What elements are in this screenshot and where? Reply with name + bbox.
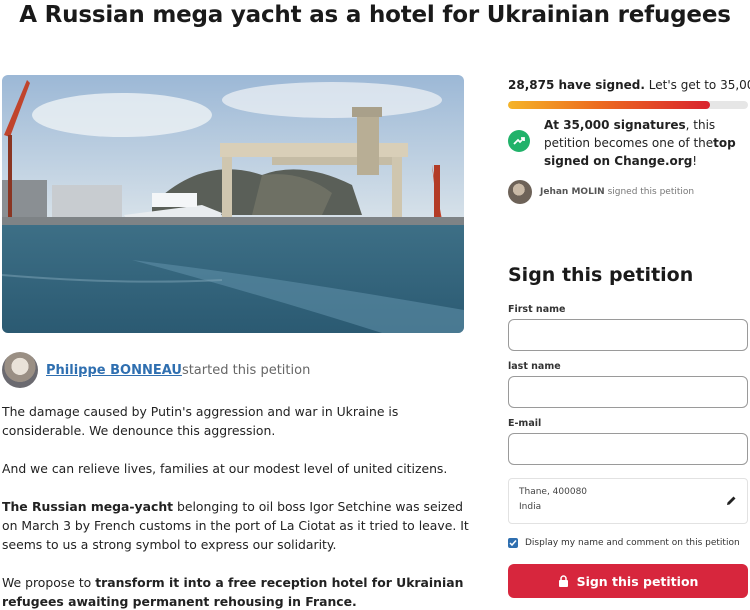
display-name-checkbox-label: Display my name and comment on this peti… bbox=[525, 538, 740, 548]
recent-signer-avatar bbox=[508, 180, 532, 204]
recent-signer-text: Jehan MOLIN signed this petition bbox=[540, 187, 694, 197]
milestone-callout: At 35,000 signatures, this petition beco… bbox=[508, 116, 748, 170]
starter-name-link[interactable]: Philippe BONNEAU bbox=[46, 363, 182, 378]
email-field[interactable] bbox=[508, 433, 748, 465]
milestone-plain: ! bbox=[692, 154, 698, 168]
first-name-label: First name bbox=[508, 304, 566, 315]
first-name-field[interactable] bbox=[508, 319, 748, 351]
display-name-option[interactable]: Display my name and comment on this peti… bbox=[508, 538, 740, 548]
sign-petition-button[interactable]: Sign this petition bbox=[508, 564, 748, 598]
page-title: A Russian mega yacht as a hotel for Ukra… bbox=[19, 2, 731, 28]
petition-description: The damage caused by Putin's aggression … bbox=[2, 402, 472, 610]
description-bold-text: The Russian mega-yacht bbox=[2, 499, 174, 514]
signature-progress-bar bbox=[508, 101, 748, 109]
milestone-bold: At 35,000 signatures bbox=[544, 118, 686, 132]
location-country: India bbox=[519, 502, 542, 512]
recent-signer: Jehan MOLIN signed this petition bbox=[508, 180, 694, 204]
last-name-field[interactable] bbox=[508, 376, 748, 408]
starter-avatar bbox=[2, 352, 38, 388]
lock-icon bbox=[558, 575, 569, 587]
description-paragraph: The damage caused by Putin's aggression … bbox=[2, 404, 399, 438]
last-name-label: last name bbox=[508, 361, 561, 372]
petition-photo bbox=[2, 75, 464, 333]
pencil-edit-icon[interactable] bbox=[726, 495, 737, 512]
sign-petition-button-label: Sign this petition bbox=[576, 573, 699, 589]
milestone-text: At 35,000 signatures, this petition beco… bbox=[544, 116, 748, 170]
description-paragraph: The Russian mega-yacht belonging to oil … bbox=[2, 497, 472, 554]
display-name-checkbox[interactable] bbox=[508, 538, 518, 548]
signature-count: 28,875 have signed. Let's get to 35,000! bbox=[508, 78, 750, 92]
signature-progress-fill bbox=[508, 101, 710, 109]
signature-count-number: 28,875 have signed. bbox=[508, 78, 645, 92]
signature-goal: Let's get to 35,000! bbox=[648, 78, 750, 92]
starter-action-text: started this petition bbox=[181, 362, 311, 378]
description-text: We propose to bbox=[2, 575, 96, 590]
email-label: E-mail bbox=[508, 418, 542, 429]
description-paragraph: We propose to transform it into a free r… bbox=[2, 573, 472, 610]
description-paragraph: And we can relieve lives, families at ou… bbox=[2, 461, 448, 476]
sign-form-heading: Sign this petition bbox=[508, 264, 694, 286]
petition-starter: Philippe BONNEAU started this petition bbox=[2, 352, 310, 388]
trending-up-icon bbox=[508, 130, 530, 152]
recent-signer-name: Jehan MOLIN bbox=[540, 187, 605, 197]
location-city: Thane, 400080 bbox=[519, 487, 588, 497]
recent-signer-action: signed this petition bbox=[604, 187, 695, 197]
location-field[interactable]: Thane, 400080 India bbox=[508, 478, 748, 524]
